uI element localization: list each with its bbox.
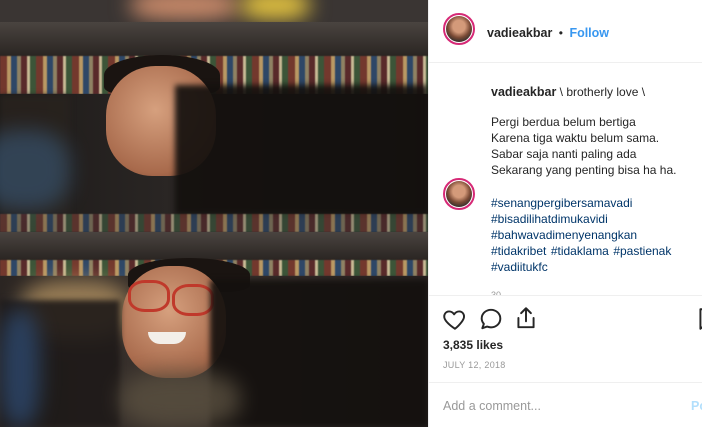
caption-line: Sabar saja nanti paling ada	[491, 147, 637, 161]
header-user-line: vadieakbar • Follow	[487, 24, 609, 42]
photo-shelf-2	[0, 232, 428, 260]
author-username[interactable]: vadieakbar	[487, 26, 552, 40]
hashtag-link[interactable]: #bisadilihatdimukavidi	[491, 211, 701, 227]
post-caption: vadieakbar \ brotherly love \ Pergi berd…	[491, 84, 696, 178]
avatar-image	[446, 181, 472, 207]
follow-button[interactable]: Follow	[569, 26, 609, 40]
photo-shelf-1	[0, 22, 428, 56]
photo-glasses-right-lens	[172, 284, 214, 316]
photo-blur-face-top	[130, 0, 240, 20]
comment-icon[interactable]	[478, 306, 504, 332]
photo-smile	[148, 332, 186, 344]
hashtag-link[interactable]: #tidaklama	[551, 244, 609, 258]
photo-glasses-left-lens	[128, 280, 170, 312]
hashtag-link[interactable]: #vadiitukfc	[491, 259, 701, 275]
avatar-image	[446, 16, 472, 42]
photo-lower-blue-blur	[0, 310, 40, 427]
photo-upper-foreground-books	[175, 85, 428, 215]
post-comment-button[interactable]: Po	[691, 399, 702, 413]
hashtag-link[interactable]: #bahwavadimenyenangkan	[491, 227, 701, 243]
header-separator: •	[558, 26, 563, 40]
photo-blur-yellow	[240, 0, 310, 20]
heart-icon[interactable]	[442, 306, 468, 332]
hashtag-list: #senangpergibersamavadi #bisadilihatdimu…	[491, 195, 701, 275]
post-header: vadieakbar • Follow	[429, 0, 702, 63]
caption-title: \ brotherly love \	[559, 85, 646, 99]
share-icon[interactable]	[513, 305, 539, 331]
hashtag-link[interactable]: #senangpergibersamavadi	[491, 195, 701, 211]
photo-books-row-2	[0, 214, 428, 232]
comment-bar: Add a comment... Po	[429, 382, 702, 428]
hashtag-link[interactable]: #tidakribet	[491, 244, 546, 258]
hashtag-row: #tidakribet #tidaklama #pastienak	[491, 243, 701, 259]
bookmark-icon[interactable]	[695, 306, 702, 332]
comment-avatar[interactable]	[443, 178, 475, 210]
likes-count[interactable]: 3,835 likes	[443, 338, 503, 352]
photo-lower-foreground-books	[210, 280, 428, 427]
comment-input[interactable]: Add a comment...	[443, 399, 541, 413]
post-date: JULY 12, 2018	[443, 360, 506, 370]
hashtag-link[interactable]: #pastienak	[613, 244, 671, 258]
caption-line: Karena tiga waktu belum sama.	[491, 131, 660, 145]
post-panel: vadieakbar • Follow vadieakbar \ brother…	[428, 0, 702, 427]
photo-bottom-blur	[120, 372, 240, 427]
post-photo	[0, 0, 428, 427]
caption-line: Pergi berdua belum bertiga	[491, 115, 636, 129]
caption-username[interactable]: vadieakbar	[491, 85, 556, 99]
photo-blue-blur	[0, 130, 70, 210]
caption-line: Sekarang yang penting bisa ha ha.	[491, 163, 677, 177]
author-avatar[interactable]	[443, 13, 475, 45]
